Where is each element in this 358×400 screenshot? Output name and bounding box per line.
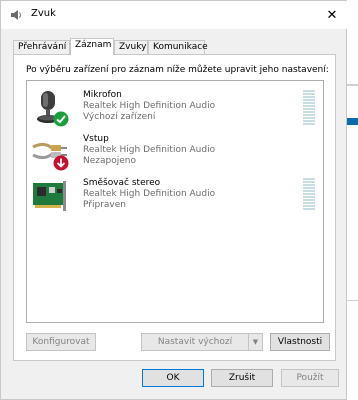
device-item-stereo-mix[interactable]: Směšovač stereo Realtek High Definition … xyxy=(27,175,323,215)
instruction-text: Po výběru zařízení pro záznam níže můžet… xyxy=(26,65,329,75)
device-driver: Realtek High Definition Audio xyxy=(83,145,216,155)
background-window-strip xyxy=(347,118,358,125)
tab-playback[interactable]: Přehrávání xyxy=(13,40,70,54)
set-default-label: Nastavit výchozí xyxy=(157,337,233,347)
cancel-button[interactable]: Zrušit xyxy=(211,369,273,387)
device-name: Vstup xyxy=(83,134,109,144)
default-check-icon xyxy=(53,111,69,127)
title-bar: Zvuk ✕ xyxy=(1,1,347,29)
device-list[interactable]: Mikrofon Realtek High Definition Audio V… xyxy=(26,80,324,323)
set-default-button[interactable]: Nastavit výchozí xyxy=(141,333,249,351)
device-name: Mikrofon xyxy=(83,90,122,100)
tab-recording[interactable]: Záznam xyxy=(70,38,114,55)
device-driver: Realtek High Definition Audio xyxy=(83,101,216,111)
device-name: Směšovač stereo xyxy=(83,178,161,188)
sound-dialog: Zvuk ✕ Přehrávání Záznam Zvuky Komunikac… xyxy=(0,0,347,400)
unplugged-arrow-icon xyxy=(53,155,69,171)
apply-button[interactable]: Použít xyxy=(281,369,339,387)
ok-button[interactable]: OK xyxy=(142,369,204,387)
chevron-down-icon: ▼ xyxy=(252,338,259,346)
tab-communications[interactable]: Komunikace xyxy=(148,40,208,54)
device-driver: Realtek High Definition Audio xyxy=(83,189,216,199)
properties-button[interactable]: Vlastnosti xyxy=(270,333,330,351)
device-status: Výchozí zařízení xyxy=(83,112,156,122)
window-title: Zvuk xyxy=(31,8,56,19)
close-button[interactable]: ✕ xyxy=(317,1,347,29)
sound-card-icon xyxy=(33,181,66,211)
set-default-dropdown[interactable]: ▼ xyxy=(248,333,263,351)
device-item-line-in[interactable]: Vstup Realtek High Definition Audio Neza… xyxy=(27,131,323,171)
tab-sounds[interactable]: Zvuky xyxy=(114,40,148,54)
device-status: Nezapojeno xyxy=(83,156,136,166)
device-status: Připraven xyxy=(83,200,126,210)
background-window-strip xyxy=(347,84,358,86)
background-window-strip xyxy=(347,300,358,301)
close-icon: ✕ xyxy=(326,7,338,23)
level-meter xyxy=(303,90,315,126)
configure-button[interactable]: Konfigurovat xyxy=(26,333,96,351)
device-item-microphone[interactable]: Mikrofon Realtek High Definition Audio V… xyxy=(27,87,323,127)
speaker-icon xyxy=(11,10,21,20)
level-meter xyxy=(303,178,315,211)
recording-panel: Po výběru zařízení pro záznam níže můžet… xyxy=(13,54,336,361)
